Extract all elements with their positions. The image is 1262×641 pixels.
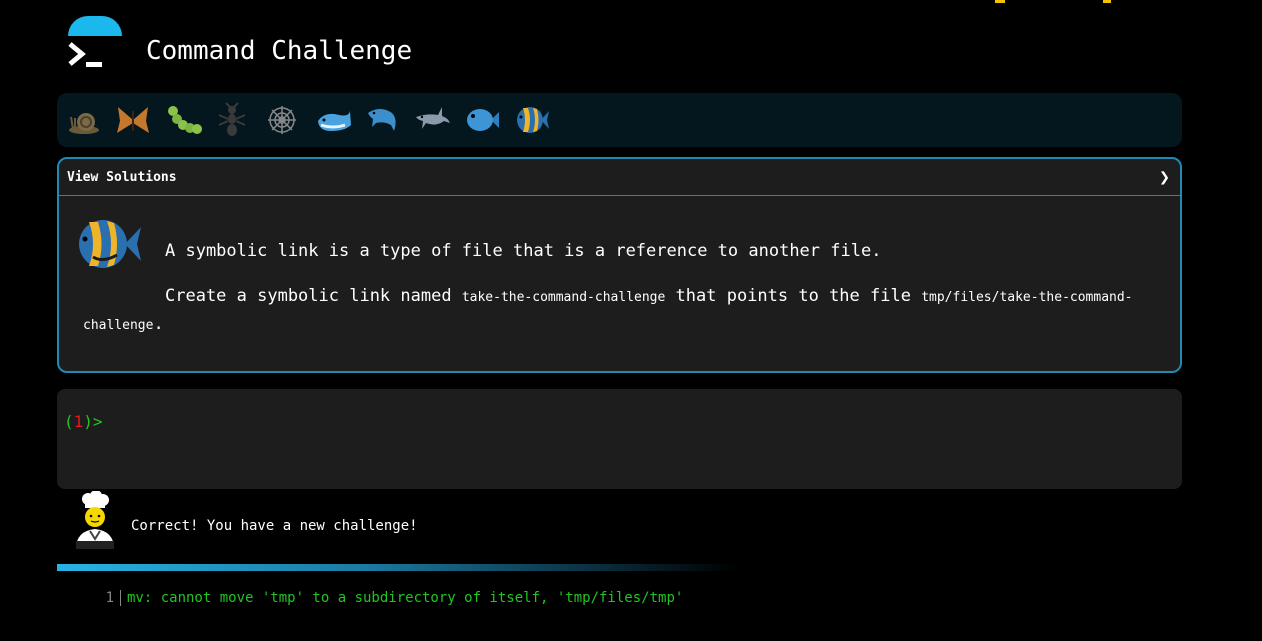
spider-web-icon[interactable]: [263, 101, 301, 139]
view-solutions-label: View Solutions: [67, 170, 177, 185]
whale-icon[interactable]: [315, 101, 353, 139]
page-title: Command Challenge: [146, 36, 413, 66]
challenge-task: Create a symbolic link named take-the-co…: [83, 283, 1143, 339]
ant-icon[interactable]: [213, 101, 251, 139]
level-icon-bar: [57, 93, 1182, 147]
view-solutions-toggle[interactable]: View Solutions ❯: [59, 159, 1180, 196]
snail-icon[interactable]: [65, 101, 103, 139]
task-text: Create a symbolic link named: [165, 286, 462, 306]
butterfly-icon[interactable]: [114, 101, 152, 139]
feedback-message: Correct! You have a new challenge!: [131, 518, 418, 534]
prompt-close: )>: [83, 412, 103, 431]
tropical-fish-icon: [79, 220, 141, 268]
output-text: mv: cannot move 'tmp' to a subdirectory …: [127, 590, 684, 606]
chef-icon: [76, 491, 114, 549]
challenge-description: A symbolic link is a type of file that i…: [165, 241, 882, 261]
caterpillar-icon[interactable]: [165, 101, 203, 139]
prompt-number: 1: [73, 412, 84, 431]
blowfish-icon[interactable]: [463, 101, 501, 139]
chevron-right-icon: ❯: [1159, 167, 1170, 188]
output-line: 1 mv: cannot move 'tmp' to a subdirectory…: [90, 590, 683, 606]
shark-icon[interactable]: [414, 101, 452, 139]
divider-bar: [57, 564, 737, 571]
task-text: that points to the file: [665, 286, 922, 306]
prompt-open: (: [64, 412, 74, 431]
terminal-input-area[interactable]: (1)>: [57, 389, 1182, 489]
header: Command Challenge: [62, 10, 662, 82]
terminal-prompt: (1)>: [64, 412, 103, 431]
tropical-fish-icon[interactable]: [513, 101, 551, 139]
task-text: .: [153, 314, 164, 334]
terminal-logo-icon[interactable]: [62, 10, 132, 82]
dolphin-icon[interactable]: [364, 101, 402, 139]
challenge-panel: View Solutions ❯ A symbolic link is a ty…: [57, 157, 1182, 373]
link-name-code: take-the-command-challenge: [461, 290, 666, 305]
decoration-icon: [995, 0, 1111, 3]
line-number: 1: [90, 590, 121, 606]
